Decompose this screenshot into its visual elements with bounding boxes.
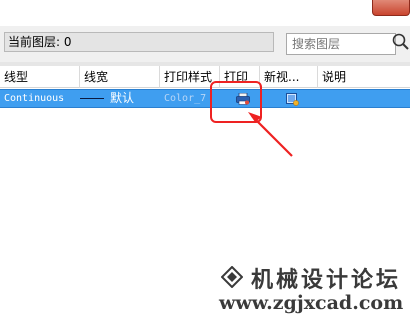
close-button[interactable] [372,0,410,16]
column-header-description[interactable]: 说明 [318,66,410,88]
current-layer-label: 当前图层: [8,35,61,49]
search-icon[interactable] [391,32,410,51]
cell-lineweight[interactable]: 默认 [80,90,158,107]
layer-table-header: 线型 线宽 打印样式 打印 新视... 说明 [0,66,410,88]
table-row-selected[interactable]: Continuous 默认 Color_7 [0,89,410,108]
lineweight-value: 默认 [110,91,135,105]
layer-toolbar: 当前图层: 0 [0,26,410,62]
search-layers-input[interactable] [287,34,377,54]
current-layer-display: 当前图层: 0 [4,32,274,52]
cell-linetype[interactable]: Continuous [4,90,78,107]
site-watermark: 机械设计论坛 www.zgjxcad.com [215,262,405,318]
column-header-lineweight[interactable]: 线宽 [80,66,160,88]
watermark-url: www.zgjxcad.com [219,292,404,314]
watermark-site-name: 机械设计论坛 [251,267,402,293]
current-layer-value: 0 [63,35,72,49]
column-header-newvp[interactable]: 新视... [260,66,318,88]
site-logo-icon [221,266,243,288]
search-layers-box [286,33,396,55]
lineweight-sample-line [80,98,104,99]
title-bar [0,0,410,26]
column-header-linetype[interactable]: 线型 [0,66,80,88]
cell-plotstyle: Color_7 [164,93,207,104]
annotation-arrow-icon [248,112,293,157]
